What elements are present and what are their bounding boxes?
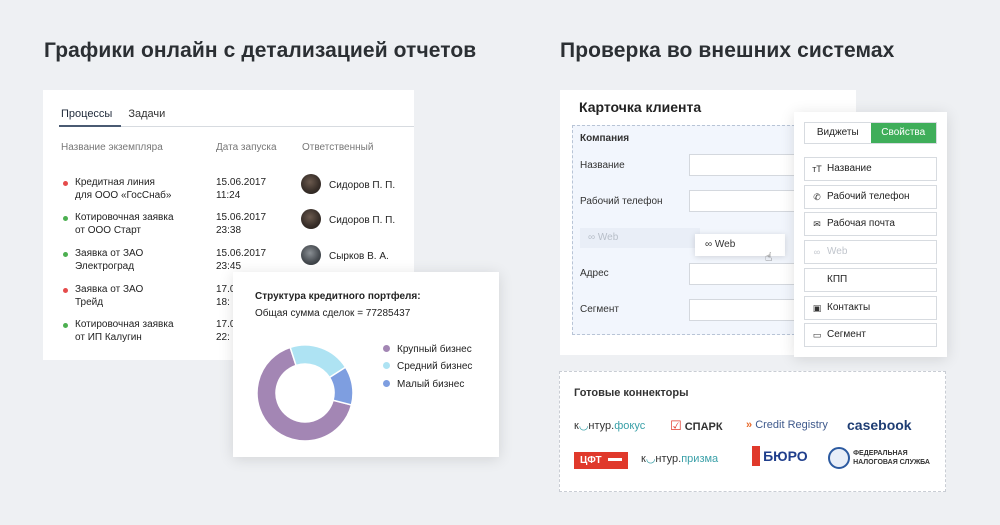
avatar <box>301 174 321 194</box>
status-dot <box>63 252 68 257</box>
widget-label: Контакты <box>827 302 871 313</box>
widget-label: Рабочий телефон <box>827 191 910 202</box>
active-tab-indicator <box>59 125 121 127</box>
legend-item: Малый бизнес <box>383 379 464 390</box>
client-card-title: Карточка клиента <box>579 99 702 115</box>
portfolio-donut-chart <box>256 344 354 442</box>
legend-swatch <box>383 362 390 369</box>
portfolio-title: Структура кредитного портфеля: <box>255 291 421 302</box>
widget-label: Рабочая почта <box>827 218 895 229</box>
column-header-date: Дата запуска <box>216 142 277 153</box>
status-dot <box>63 323 68 328</box>
widget-item-kpp[interactable]: КПП <box>804 268 937 292</box>
process-name-line2: от ООО Старт <box>75 225 141 236</box>
text-size-icon: тТ <box>812 164 822 174</box>
legend-label: Крупный бизнес <box>397 344 472 355</box>
widget-item-web: ∞ Web <box>804 240 937 264</box>
widget-item-name[interactable]: тТ Название <box>804 157 937 181</box>
contact-icon: ▣ <box>812 303 822 313</box>
cft-logo[interactable]: ЦФТ <box>574 452 628 469</box>
grab-cursor-icon: ☝ <box>765 250 773 264</box>
segment-input[interactable] <box>689 299 799 321</box>
responsible-person: Сырков В. А. <box>329 251 389 262</box>
drop-placeholder-label: Web <box>597 232 619 243</box>
legend-item: Средний бизнес <box>383 361 472 372</box>
widget-label: Web <box>827 246 848 257</box>
field-label-name: Название <box>580 160 625 171</box>
portfolio-popup: Структура кредитного портфеля: Общая сум… <box>233 272 499 457</box>
process-name-line2: Электроград <box>75 261 135 272</box>
status-dot <box>63 288 68 293</box>
portfolio-summary: Общая сумма сделок = 77285437 <box>255 308 411 319</box>
kontur-focus-logo[interactable]: к◡нтур.фокус <box>574 419 645 432</box>
widget-item-email[interactable]: ✉ Рабочая почта <box>804 212 937 236</box>
legend-label: Малый бизнес <box>397 379 465 390</box>
legend-label: Средний бизнес <box>397 361 473 372</box>
start-time: 11:24 <box>216 190 241 201</box>
legend-item: Крупный бизнес <box>383 344 472 355</box>
group-label: Компания <box>580 133 630 144</box>
connectors-title: Готовые коннекторы <box>574 387 689 399</box>
fns-logo[interactable]: ФЕДЕРАЛЬНАЯ НАЛОГОВАЯ СЛУЖБА <box>828 447 930 469</box>
process-name-line1: Заявка от ЗАО <box>75 284 144 295</box>
avatar <box>301 209 321 229</box>
left-heading: Графики онлайн с детализацией отчетов <box>44 39 477 62</box>
link-icon: ∞ <box>588 232 598 243</box>
process-name-line2: для ООО «ГосСнаб» <box>75 190 172 201</box>
avatar <box>301 245 321 265</box>
process-name-line2: Трейд <box>75 297 104 308</box>
column-header-responsible: Ответственный <box>302 142 374 153</box>
start-date: 15.06.2017 <box>216 177 267 188</box>
address-input[interactable] <box>689 263 799 285</box>
widgets-panel: Виджеты Свойства тТ Название ✆ Рабочий тел… <box>794 112 947 357</box>
field-label-address: Адрес <box>580 268 609 279</box>
table-row[interactable]: Котировочная заявка от ООО Старт 15.06.20… <box>43 209 413 247</box>
mail-icon: ✉ <box>813 219 821 229</box>
drop-placeholder: ∞ Web <box>580 228 700 248</box>
widget-label: Сегмент <box>827 329 866 340</box>
link-icon: ∞ <box>705 239 715 250</box>
widget-item-segment[interactable]: ▭ Сегмент <box>804 323 937 347</box>
process-name-line1: Заявка от ЗАО <box>75 248 144 259</box>
process-name-line1: Котировочная заявка <box>75 319 174 330</box>
widget-label: КПП <box>827 274 848 285</box>
casebook-logo[interactable]: casebook <box>847 417 912 433</box>
status-dot <box>63 216 68 221</box>
fns-emblem-icon <box>828 447 850 469</box>
responsible-person: Сидоров П. П. <box>329 180 396 191</box>
phone-input[interactable] <box>689 190 799 212</box>
folder-icon: ▭ <box>812 330 822 340</box>
legend-swatch <box>383 380 390 387</box>
table-row[interactable]: Кредитная линия для ООО «ГосСнаб» 15.06.2… <box>43 174 413 212</box>
spark-logo[interactable]: ☑ СПАРК <box>670 418 723 434</box>
responsible-person: Сидоров П. П. <box>329 215 396 226</box>
status-dot <box>63 181 68 186</box>
start-date: 15.06.2017 <box>216 248 267 259</box>
column-header-name: Название экземпляра <box>61 142 163 153</box>
right-heading: Проверка во внешних системах <box>560 39 895 62</box>
start-date: 15.06.2017 <box>216 212 267 223</box>
nbki-bureau-logo[interactable]: БЮРО <box>752 446 808 466</box>
widget-label: Название <box>827 163 872 174</box>
link-icon: ∞ <box>813 247 821 257</box>
field-label-segment: Сегмент <box>580 304 619 315</box>
credit-registry-logo[interactable]: » Credit Registry <box>746 419 828 431</box>
process-name-line1: Котировочная заявка <box>75 212 174 223</box>
process-name-line1: Кредитная линия <box>75 177 155 188</box>
widget-item-contacts[interactable]: ▣ Контакты <box>804 296 937 320</box>
legend-swatch <box>383 345 390 352</box>
start-time: 23:38 <box>216 225 242 236</box>
field-label-phone: Рабочий телефон <box>580 196 663 207</box>
kontur-prizma-logo[interactable]: к◡нтур.призма <box>641 452 718 465</box>
widget-item-phone[interactable]: ✆ Рабочий телефон <box>804 185 937 209</box>
phone-icon: ✆ <box>813 192 821 202</box>
name-input[interactable] <box>689 154 799 176</box>
process-name-line2: от ИП Калугин <box>75 332 142 343</box>
tab-widgets[interactable]: Виджеты <box>805 123 871 143</box>
dragged-widget-label: Web <box>714 239 736 250</box>
connectors-panel: Готовые коннекторы к◡нтур.фокус ☑ СПАРК … <box>559 371 946 492</box>
tab-properties[interactable]: Свойства <box>870 123 936 143</box>
